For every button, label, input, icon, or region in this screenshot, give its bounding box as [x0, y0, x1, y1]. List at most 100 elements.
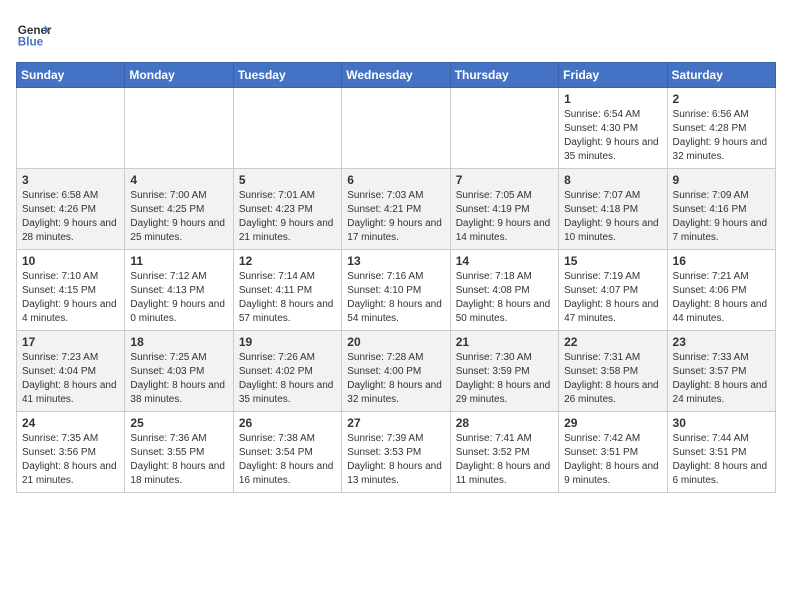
calendar-week-2: 3 Sunrise: 6:58 AM Sunset: 4:26 PM Daylig… — [17, 169, 776, 250]
day-number: 24 — [22, 416, 119, 430]
calendar-cell: 9 Sunrise: 7:09 AM Sunset: 4:16 PM Daylig… — [667, 169, 775, 250]
day-info: Sunrise: 7:18 AM Sunset: 4:08 PM Dayligh… — [456, 270, 553, 326]
day-info: Sunrise: 7:31 AM Sunset: 3:58 PM Dayligh… — [564, 351, 661, 407]
calendar-cell: 5Sunrise: 7:01 AM Sunset: 4:23 PM Daylig… — [233, 169, 341, 250]
calendar-cell: 23 Sunrise: 7:33 AM Sunset: 3:57 PM Dayli… — [667, 331, 775, 412]
day-number: 12 — [239, 254, 336, 268]
calendar-header-row: SundayMondayTuesdayWednesdayThursdayFrid… — [17, 63, 776, 88]
calendar-cell — [17, 88, 125, 169]
calendar-cell: 27 Sunrise: 7:39 AM Sunset: 3:53 PM Dayli… — [342, 412, 450, 493]
day-number: 16 — [673, 254, 770, 268]
day-number: 7 — [456, 173, 553, 187]
calendar-cell: 19Sunrise: 7:26 AM Sunset: 4:02 PM Dayli… — [233, 331, 341, 412]
day-info: Sunrise: 7:42 AM Sunset: 3:51 PM Dayligh… — [564, 432, 661, 488]
day-number: 28 — [456, 416, 553, 430]
calendar-cell: 25 Sunrise: 7:36 AM Sunset: 3:55 PM Dayli… — [125, 412, 233, 493]
day-number: 27 — [347, 416, 444, 430]
day-number: 9 — [673, 173, 770, 187]
day-number: 22 — [564, 335, 661, 349]
day-info: Sunrise: 7:21 AM Sunset: 4:06 PM Dayligh… — [673, 270, 770, 326]
logo-icon: General Blue — [16, 16, 52, 52]
calendar-cell: 22 Sunrise: 7:31 AM Sunset: 3:58 PM Dayli… — [559, 331, 667, 412]
day-info: Sunrise: 7:16 AM Sunset: 4:10 PM Dayligh… — [347, 270, 444, 326]
calendar-cell — [125, 88, 233, 169]
calendar-cell: 10 Sunrise: 7:10 AM Sunset: 4:15 PM Dayli… — [17, 250, 125, 331]
logo: General Blue — [16, 16, 52, 52]
day-info: Sunrise: 7:25 AM Sunset: 4:03 PM Dayligh… — [130, 351, 227, 407]
day-info: Sunrise: 7:00 AM Sunset: 4:25 PM Dayligh… — [130, 189, 227, 245]
day-info: Sunrise: 7:26 AM Sunset: 4:02 PM Dayligh… — [239, 351, 336, 407]
calendar-cell: 29Sunrise: 7:42 AM Sunset: 3:51 PM Dayli… — [559, 412, 667, 493]
calendar-week-3: 10 Sunrise: 7:10 AM Sunset: 4:15 PM Dayli… — [17, 250, 776, 331]
day-info: Sunrise: 7:33 AM Sunset: 3:57 PM Dayligh… — [673, 351, 770, 407]
day-info: Sunrise: 7:44 AM Sunset: 3:51 PM Dayligh… — [673, 432, 770, 488]
day-number: 18 — [130, 335, 227, 349]
day-info: Sunrise: 7:39 AM Sunset: 3:53 PM Dayligh… — [347, 432, 444, 488]
day-number: 20 — [347, 335, 444, 349]
day-info: Sunrise: 7:14 AM Sunset: 4:11 PM Dayligh… — [239, 270, 336, 326]
day-number: 4 — [130, 173, 227, 187]
day-number: 13 — [347, 254, 444, 268]
calendar-cell — [342, 88, 450, 169]
calendar-cell: 13 Sunrise: 7:16 AM Sunset: 4:10 PM Dayli… — [342, 250, 450, 331]
calendar-cell: 8 Sunrise: 7:07 AM Sunset: 4:18 PM Daylig… — [559, 169, 667, 250]
calendar-week-1: 1Sunrise: 6:54 AM Sunset: 4:30 PM Daylig… — [17, 88, 776, 169]
calendar-cell: 26 Sunrise: 7:38 AM Sunset: 3:54 PM Dayli… — [233, 412, 341, 493]
day-number: 17 — [22, 335, 119, 349]
col-header-friday: Friday — [559, 63, 667, 88]
day-info: Sunrise: 7:28 AM Sunset: 4:00 PM Dayligh… — [347, 351, 444, 407]
day-info: Sunrise: 7:12 AM Sunset: 4:13 PM Dayligh… — [130, 270, 227, 326]
day-info: Sunrise: 7:07 AM Sunset: 4:18 PM Dayligh… — [564, 189, 661, 245]
page-header: General Blue — [16, 16, 776, 52]
day-number: 10 — [22, 254, 119, 268]
day-number: 30 — [673, 416, 770, 430]
day-info: Sunrise: 7:38 AM Sunset: 3:54 PM Dayligh… — [239, 432, 336, 488]
day-number: 14 — [456, 254, 553, 268]
day-info: Sunrise: 7:19 AM Sunset: 4:07 PM Dayligh… — [564, 270, 661, 326]
day-info: Sunrise: 7:09 AM Sunset: 4:16 PM Dayligh… — [673, 189, 770, 245]
calendar-cell: 20 Sunrise: 7:28 AM Sunset: 4:00 PM Dayli… — [342, 331, 450, 412]
svg-text:Blue: Blue — [18, 36, 44, 49]
calendar-cell: 17 Sunrise: 7:23 AM Sunset: 4:04 PM Dayli… — [17, 331, 125, 412]
day-number: 21 — [456, 335, 553, 349]
day-info: Sunrise: 7:36 AM Sunset: 3:55 PM Dayligh… — [130, 432, 227, 488]
col-header-sunday: Sunday — [17, 63, 125, 88]
day-number: 23 — [673, 335, 770, 349]
day-number: 8 — [564, 173, 661, 187]
day-info: Sunrise: 6:56 AM Sunset: 4:28 PM Dayligh… — [673, 108, 770, 164]
col-header-tuesday: Tuesday — [233, 63, 341, 88]
day-info: Sunrise: 7:10 AM Sunset: 4:15 PM Dayligh… — [22, 270, 119, 326]
calendar-cell: 18 Sunrise: 7:25 AM Sunset: 4:03 PM Dayli… — [125, 331, 233, 412]
day-info: Sunrise: 7:23 AM Sunset: 4:04 PM Dayligh… — [22, 351, 119, 407]
calendar-cell: 7 Sunrise: 7:05 AM Sunset: 4:19 PM Daylig… — [450, 169, 558, 250]
day-number: 25 — [130, 416, 227, 430]
day-info: Sunrise: 7:41 AM Sunset: 3:52 PM Dayligh… — [456, 432, 553, 488]
day-info: Sunrise: 7:03 AM Sunset: 4:21 PM Dayligh… — [347, 189, 444, 245]
calendar-table: SundayMondayTuesdayWednesdayThursdayFrid… — [16, 62, 776, 493]
calendar-cell: 12 Sunrise: 7:14 AM Sunset: 4:11 PM Dayli… — [233, 250, 341, 331]
calendar-cell: 24Sunrise: 7:35 AM Sunset: 3:56 PM Dayli… — [17, 412, 125, 493]
col-header-wednesday: Wednesday — [342, 63, 450, 88]
calendar-cell: 28 Sunrise: 7:41 AM Sunset: 3:52 PM Dayli… — [450, 412, 558, 493]
calendar-cell: 1Sunrise: 6:54 AM Sunset: 4:30 PM Daylig… — [559, 88, 667, 169]
calendar-cell — [233, 88, 341, 169]
day-number: 6 — [347, 173, 444, 187]
col-header-saturday: Saturday — [667, 63, 775, 88]
calendar-cell: 3 Sunrise: 6:58 AM Sunset: 4:26 PM Daylig… — [17, 169, 125, 250]
day-number: 26 — [239, 416, 336, 430]
day-info: Sunrise: 7:30 AM Sunset: 3:59 PM Dayligh… — [456, 351, 553, 407]
col-header-monday: Monday — [125, 63, 233, 88]
calendar-cell: 2 Sunrise: 6:56 AM Sunset: 4:28 PM Daylig… — [667, 88, 775, 169]
day-info: Sunrise: 6:58 AM Sunset: 4:26 PM Dayligh… — [22, 189, 119, 245]
day-info: Sunrise: 7:05 AM Sunset: 4:19 PM Dayligh… — [456, 189, 553, 245]
day-number: 1 — [564, 92, 661, 106]
day-number: 11 — [130, 254, 227, 268]
calendar-cell: 6 Sunrise: 7:03 AM Sunset: 4:21 PM Daylig… — [342, 169, 450, 250]
calendar-cell: 14 Sunrise: 7:18 AM Sunset: 4:08 PM Dayli… — [450, 250, 558, 331]
day-number: 15 — [564, 254, 661, 268]
calendar-cell: 11 Sunrise: 7:12 AM Sunset: 4:13 PM Dayli… — [125, 250, 233, 331]
calendar-week-4: 17 Sunrise: 7:23 AM Sunset: 4:04 PM Dayli… — [17, 331, 776, 412]
calendar-cell: 15 Sunrise: 7:19 AM Sunset: 4:07 PM Dayli… — [559, 250, 667, 331]
day-number: 2 — [673, 92, 770, 106]
day-number: 3 — [22, 173, 119, 187]
